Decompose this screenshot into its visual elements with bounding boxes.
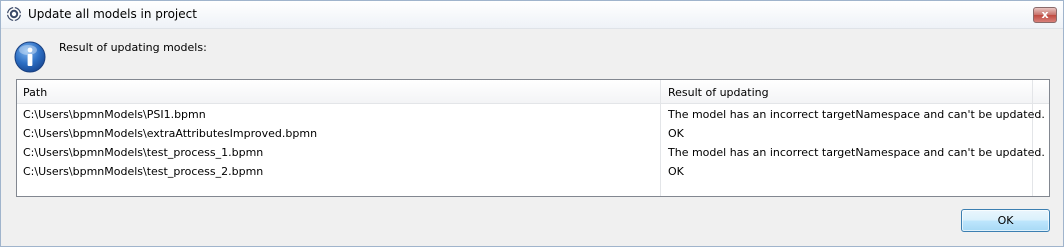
column-divider-end — [1032, 80, 1033, 196]
table-row[interactable]: C:\Users\bpmnModels\test_process_2.bpmn … — [17, 162, 1032, 181]
close-icon: x — [1041, 8, 1049, 21]
results-table[interactable]: Path Result of updating C:\Users\bpmnMod… — [16, 79, 1050, 197]
app-gear-icon — [6, 6, 22, 22]
result-message: Result of updating models: — [59, 41, 207, 54]
information-icon — [14, 41, 46, 73]
footer-separator — [1, 202, 1063, 203]
row-path: C:\Users\bpmnModels\test_process_1.bpmn — [23, 146, 264, 159]
window-title: Update all models in project — [28, 7, 197, 21]
row-path: C:\Users\bpmnModels\test_process_2.bpmn — [23, 165, 264, 178]
table-row[interactable]: C:\Users\bpmnModels\PSI1.bpmn The model … — [17, 105, 1045, 124]
row-result: The model has an incorrect targetNamespa… — [668, 108, 1045, 121]
table-row[interactable]: C:\Users\bpmnModels\extraAttributesImpro… — [17, 124, 1032, 143]
row-result: The model has an incorrect targetNamespa… — [668, 146, 1045, 159]
column-header-path[interactable]: Path — [23, 86, 47, 99]
row-path: C:\Users\bpmnModels\PSI1.bpmn — [23, 108, 206, 121]
update-models-dialog: Update all models in project x Result of… — [0, 0, 1064, 247]
ok-button[interactable]: OK — [961, 209, 1050, 232]
table-row[interactable]: C:\Users\bpmnModels\test_process_1.bpmn … — [17, 143, 1045, 162]
column-header-result[interactable]: Result of updating — [668, 86, 769, 99]
row-result: OK — [668, 127, 684, 140]
row-result: OK — [668, 165, 684, 178]
row-path: C:\Users\bpmnModels\extraAttributesImpro… — [23, 127, 318, 140]
close-button[interactable]: x — [1033, 7, 1057, 23]
title-bar[interactable]: Update all models in project x — [1, 1, 1063, 29]
table-header: Path Result of updating — [17, 80, 1049, 104]
